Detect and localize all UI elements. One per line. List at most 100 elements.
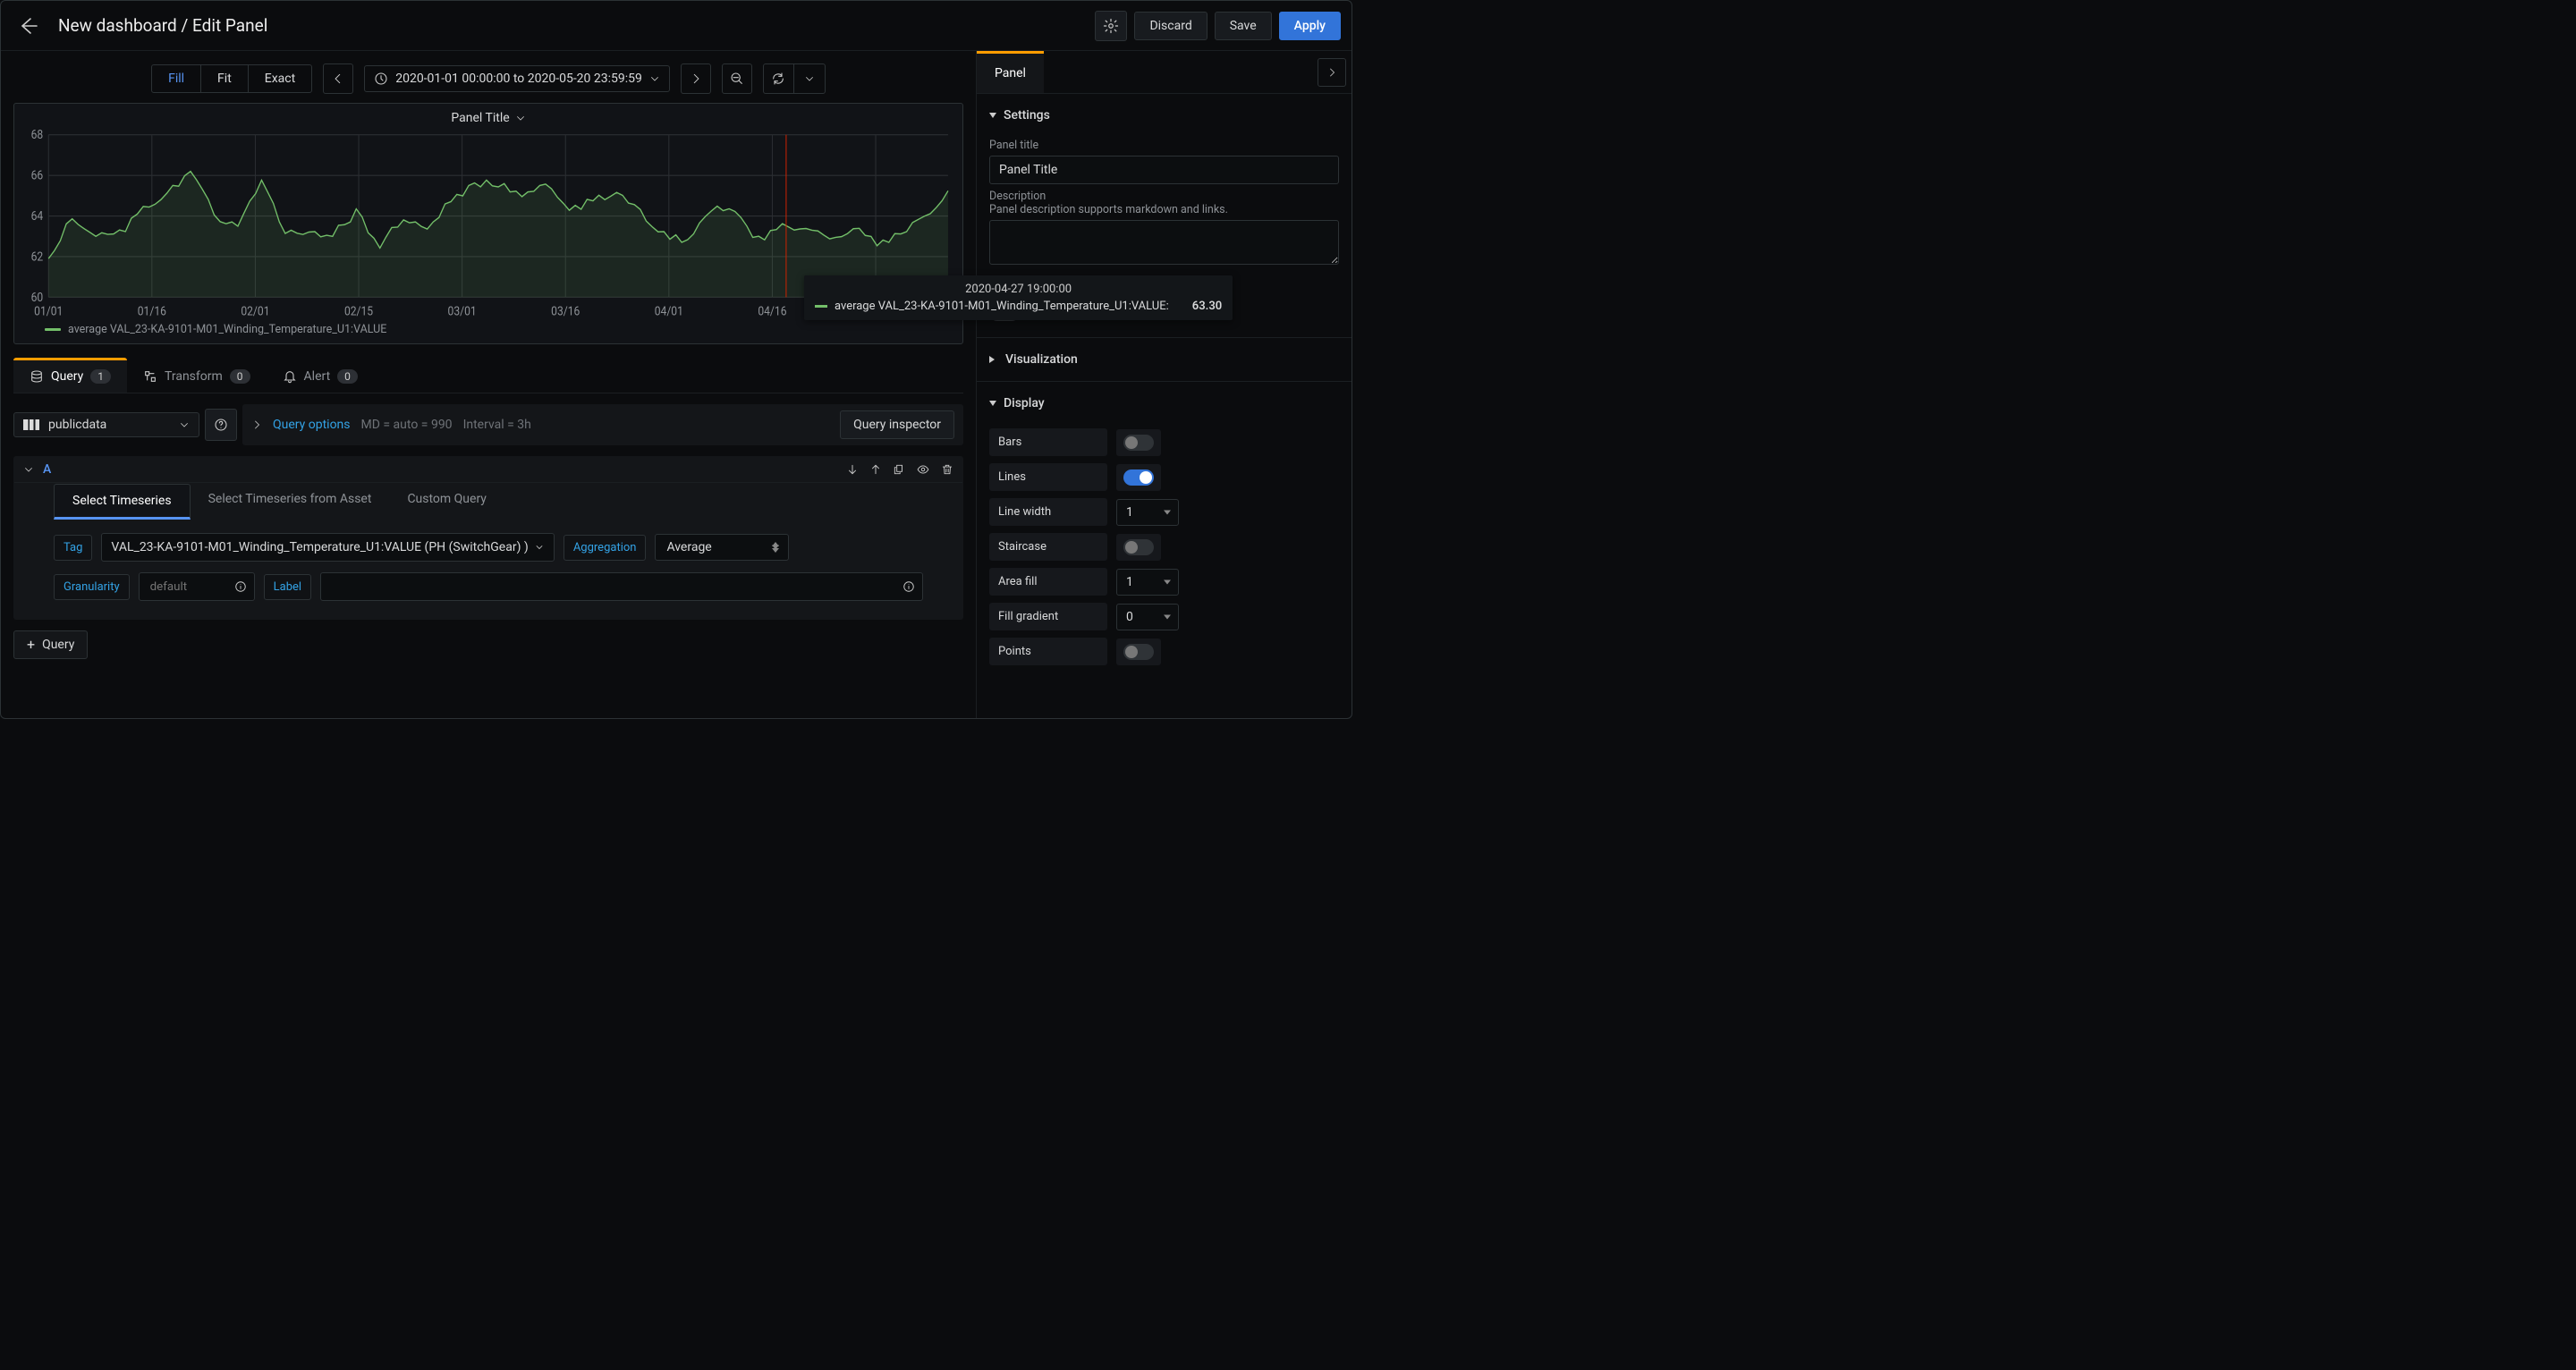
description-hint: Panel description supports markdown and … [989, 203, 1339, 216]
time-prev-button[interactable] [323, 63, 353, 94]
aggregation-select[interactable]: Average [655, 534, 789, 561]
query-subtabs: Select Timeseries Select Timeseries from… [14, 483, 962, 519]
datasource-picker[interactable]: publicdata [13, 412, 199, 437]
chevron-down-icon [179, 419, 190, 430]
granularity-label: Granularity [54, 574, 130, 600]
label-label: Label [264, 574, 311, 600]
query-move-up-button[interactable] [869, 463, 882, 476]
arrow-down-icon [846, 463, 859, 476]
description-input[interactable] [989, 220, 1339, 265]
area-fill-select[interactable]: 1 [1116, 569, 1179, 596]
settings-header[interactable]: Settings [989, 103, 1339, 128]
lines-toggle[interactable] [1123, 469, 1154, 486]
panel-title[interactable]: Panel Title [14, 104, 962, 129]
granularity-field[interactable] [148, 579, 245, 595]
timerange-text: 2020-01-01 00:00:00 to 2020-05-20 23:59:… [395, 72, 642, 86]
subtab-timeseries[interactable]: Select Timeseries [54, 484, 191, 520]
timerange-picker[interactable]: 2020-01-01 00:00:00 to 2020-05-20 23:59:… [364, 65, 670, 92]
add-query-button[interactable]: + Query [13, 630, 88, 659]
bars-toggle[interactable] [1123, 435, 1154, 451]
query-letter: A [43, 462, 51, 477]
description-label: Description [989, 190, 1339, 203]
settings-button[interactable] [1095, 11, 1127, 41]
panel-title-input[interactable] [989, 156, 1339, 184]
granularity-input[interactable] [139, 572, 255, 601]
chevron-right-icon [989, 356, 998, 363]
staircase-label: Staircase [989, 533, 1107, 561]
zoom-out-button[interactable] [722, 63, 752, 94]
datasource-help-button[interactable] [205, 409, 237, 441]
tooltip-label: average VAL_23-KA-9101-M01_Winding_Tempe… [835, 300, 1169, 313]
query-move-down-button[interactable] [846, 463, 859, 476]
right-tab-panel[interactable]: Panel [977, 51, 1044, 93]
query-copy-button[interactable] [893, 463, 905, 476]
discard-button[interactable]: Discard [1134, 12, 1207, 40]
database-icon [30, 369, 44, 384]
subtab-custom[interactable]: Custom Query [389, 483, 504, 519]
back-button[interactable] [17, 15, 38, 37]
query-options-link[interactable]: Query options [273, 418, 351, 432]
subtab-asset[interactable]: Select Timeseries from Asset [191, 483, 390, 519]
svg-text:68: 68 [31, 129, 44, 142]
label-field[interactable] [330, 579, 913, 595]
viewmode-fit[interactable]: Fit [201, 65, 249, 92]
tab-alert-label: Alert [304, 369, 331, 384]
query-interval: Interval = 3h [463, 418, 531, 432]
tab-query[interactable]: Query 1 [13, 358, 127, 393]
staircase-toggle[interactable] [1123, 539, 1154, 555]
visualization-header[interactable]: Visualization [989, 347, 1339, 372]
right-panel-expand-button[interactable] [1318, 58, 1346, 87]
label-input[interactable] [320, 572, 923, 601]
zoom-out-icon [730, 72, 744, 86]
display-header[interactable]: Display [989, 391, 1339, 416]
chart-legend[interactable]: average VAL_23-KA-9101-M01_Winding_Tempe… [14, 319, 962, 343]
arrow-left-icon [17, 15, 38, 37]
tag-picker[interactable]: VAL_23-KA-9101-M01_Winding_Temperature_U… [101, 533, 554, 562]
chevron-down-icon [649, 73, 660, 84]
tab-transform-label: Transform [165, 369, 223, 384]
panel-title-label: Panel title [989, 139, 1339, 152]
section-display: Display Bars Lines Line width 1 [977, 382, 1352, 681]
svg-text:66: 66 [31, 169, 44, 183]
bell-icon [283, 369, 297, 384]
svg-text:04/16: 04/16 [758, 305, 786, 319]
chevron-down-icon [804, 73, 815, 84]
points-toggle[interactable] [1123, 644, 1154, 660]
refresh-icon [771, 72, 785, 86]
query-visibility-button[interactable] [916, 463, 930, 476]
query-options-bar: Query options MD = auto = 990 Interval =… [242, 404, 963, 445]
chevron-down-icon [989, 401, 996, 406]
question-icon [214, 418, 228, 432]
tab-alert-count: 0 [337, 369, 358, 384]
svg-text:03/01: 03/01 [448, 305, 477, 319]
tab-alert[interactable]: Alert 0 [267, 360, 374, 393]
panel-title-text: Panel Title [451, 111, 509, 125]
time-next-button[interactable] [681, 63, 711, 94]
chevron-down-icon [515, 113, 526, 123]
datasource-logo-icon [23, 419, 39, 430]
viewmode-exact[interactable]: Exact [249, 65, 311, 92]
viewmode-fill[interactable]: Fill [152, 65, 201, 92]
tooltip-time: 2020-04-27 19:00:00 [815, 283, 1222, 296]
settings-title: Settings [1004, 108, 1050, 123]
copy-icon [893, 463, 905, 476]
chevron-down-icon[interactable] [23, 464, 34, 475]
fill-gradient-select[interactable]: 0 [1116, 604, 1179, 630]
save-button[interactable]: Save [1215, 12, 1272, 40]
info-icon [902, 580, 915, 593]
right-panel: Panel Settings Panel title Description P… [976, 51, 1352, 718]
info-icon [234, 580, 247, 593]
refresh-button[interactable] [764, 64, 794, 93]
aggregation-label: Aggregation [564, 535, 647, 561]
refresh-interval-button[interactable] [794, 64, 825, 93]
query-delete-button[interactable] [941, 463, 953, 476]
query-inspector-button[interactable]: Query inspector [840, 410, 954, 439]
tab-transform[interactable]: Transform 0 [127, 360, 267, 393]
chevron-right-icon[interactable] [251, 419, 262, 430]
apply-button[interactable]: Apply [1279, 12, 1341, 40]
svg-text:62: 62 [31, 250, 44, 265]
line-width-select[interactable]: 1 [1116, 499, 1179, 526]
legend-swatch [45, 328, 61, 331]
aggregation-value: Average [666, 540, 711, 554]
svg-text:01/01: 01/01 [34, 305, 63, 319]
